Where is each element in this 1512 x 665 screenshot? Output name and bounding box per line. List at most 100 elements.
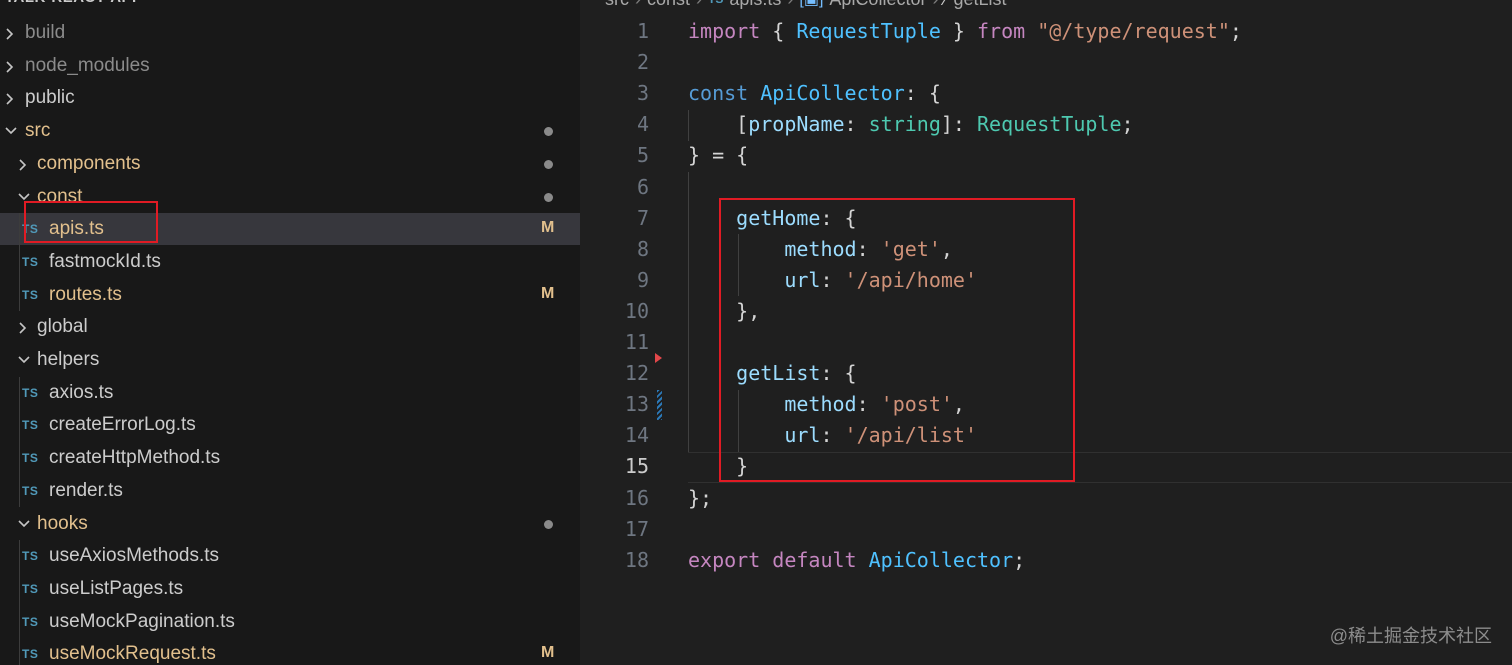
typescript-file-icon: TS (22, 254, 39, 269)
tree-item-label: global (37, 316, 88, 338)
folder-node-modules[interactable]: node_modules (0, 50, 580, 82)
git-changes-dot (544, 127, 553, 137)
chevron-right-icon (4, 82, 18, 114)
line-number: 2 (636, 50, 649, 75)
watermark: @稀土掘金技术社区 (1329, 626, 1492, 646)
breadcrumb-method[interactable]: getList (953, 0, 1006, 10)
folder-helpers[interactable]: helpers (0, 344, 580, 376)
code-line[interactable]: 5} = { (580, 140, 1512, 171)
typescript-file-icon: TS (22, 647, 39, 662)
tree-item-label: node_modules (25, 54, 150, 76)
tree-item-label: useAxiosMethods.ts (49, 545, 220, 567)
breadcrumb-file[interactable]: apis.ts (729, 0, 781, 10)
file-createerrorlog-ts[interactable]: TS createErrorLog.ts (0, 409, 580, 441)
typescript-file-icon: TS (22, 581, 39, 596)
explorer-title: TALK-REACT-APP (5, 0, 143, 9)
code-line[interactable]: 16}; (580, 483, 1512, 514)
line-number: 6 (636, 174, 649, 199)
folder-hooks[interactable]: hooks (0, 508, 580, 540)
chevron-right-icon: › (635, 0, 641, 10)
dirty-diff-marker (657, 390, 662, 420)
tree-item-label: useMockRequest.ts (49, 643, 216, 665)
tree-item-label: build (25, 22, 66, 43)
folder-global[interactable]: global (0, 311, 580, 343)
tree-item-label: public (25, 87, 75, 109)
tree-indent-guide (19, 376, 20, 508)
code-editor[interactable]: src › const › TS apis.ts › [▣] ApiCollec… (580, 0, 1512, 665)
line-number: 10 (624, 298, 649, 323)
chevron-right-icon: › (696, 0, 702, 10)
git-modified-badge: M (541, 284, 555, 302)
breadcrumb-src[interactable]: src (605, 0, 629, 10)
chevron-right-icon (17, 311, 31, 343)
code-line[interactable]: 1 import { RequestTuple } from "@/type/re… (580, 16, 1512, 47)
typescript-file-icon: TS (22, 451, 39, 466)
folder-build[interactable]: build (0, 17, 580, 49)
line-number: 3 (636, 81, 649, 106)
typescript-file-icon: TS (22, 418, 39, 433)
line-number: 11 (624, 330, 649, 354)
breadcrumb-symbol[interactable]: ApiCollector (829, 0, 926, 10)
file-axios-ts[interactable]: TS axios.ts (0, 377, 580, 409)
folder-components[interactable]: components (0, 148, 580, 180)
typescript-file-icon: TS (22, 287, 39, 302)
wrench-symbol-icon: ∕ (944, 0, 947, 10)
folder-src[interactable]: src (0, 115, 580, 147)
line-number: 17 (624, 516, 649, 541)
tree-item-label: fastmockId.ts (49, 250, 161, 272)
typescript-file-icon: TS (22, 614, 39, 629)
file-uselistpages-ts[interactable]: TS useListPages.ts (0, 573, 580, 605)
chevron-right-icon (17, 148, 31, 180)
code-text: [propName: string]: RequestTuple; (688, 112, 1134, 137)
tree-item-label: createErrorLog.ts (49, 414, 196, 436)
git-modified-badge: M (541, 219, 555, 237)
tree-item-label: routes.ts (49, 283, 122, 305)
chevron-right-icon (4, 50, 18, 82)
annotation-box-apis (24, 201, 158, 243)
line-number: 15 (624, 454, 649, 479)
file-usemockrequest-ts[interactable]: TS useMockRequest.ts M (0, 638, 580, 665)
file-useaxiosmethods-ts[interactable]: TS useAxiosMethods.ts (0, 540, 580, 572)
line-number: 8 (636, 236, 649, 261)
line-number: 16 (624, 485, 649, 510)
line-number: 5 (636, 143, 649, 168)
line-number: 1 (636, 19, 649, 43)
line-number: 14 (624, 423, 649, 448)
file-createhttpmethod-ts[interactable]: TS createHttpMethod.ts (0, 442, 580, 474)
tree-indent-guide (19, 540, 20, 665)
line-number: 13 (624, 392, 649, 417)
file-render-ts[interactable]: TS render.ts (0, 475, 580, 507)
code-line[interactable]: 18 export default ApiCollector; (580, 545, 1512, 576)
code-line[interactable]: 4 [propName: string]: RequestTuple; (580, 109, 1512, 140)
code-line[interactable]: 17 (580, 514, 1512, 545)
tree-item-label: createHttpMethod.ts (49, 447, 221, 469)
code-text: }; (688, 485, 713, 510)
code-line[interactable]: 3 const ApiCollector: { (580, 78, 1512, 109)
tree-item-label: src (25, 120, 51, 142)
chevron-right-icon (4, 17, 18, 49)
folder-public[interactable]: public (0, 82, 580, 114)
tree-item-label: helpers (37, 349, 100, 370)
annotation-box-code (719, 198, 1075, 482)
typescript-file-icon: TS (708, 0, 723, 6)
git-modified-badge: M (541, 644, 555, 662)
chevron-down-icon (17, 344, 31, 376)
line-number: 18 (624, 547, 649, 572)
chevron-right-icon: › (787, 0, 793, 10)
tree-item-label: useMockPagination.ts (49, 610, 235, 632)
chevron-right-icon: › (932, 0, 938, 10)
line-number: 12 (624, 361, 649, 386)
typescript-file-icon: TS (22, 483, 39, 498)
git-changes-dot (544, 159, 553, 169)
file-routes-ts[interactable]: TS routes.ts M (0, 279, 580, 311)
file-fastmockid-ts[interactable]: TS fastmockId.ts (0, 246, 580, 278)
tree-item-label: hooks (37, 512, 88, 534)
file-usemockpagination-ts[interactable]: TS useMockPagination.ts (0, 606, 580, 638)
breadcrumb-const[interactable]: const (647, 0, 690, 10)
line-number: 4 (636, 112, 649, 137)
code-line[interactable]: 2 (580, 47, 1512, 78)
code-text: export default ApiCollector; (688, 547, 1026, 572)
file-explorer: TALK-REACT-APP build node_modulespublic sr… (0, 0, 580, 665)
tree-indent-guide (19, 213, 20, 312)
breadcrumb: src › const › TS apis.ts › [▣] ApiCollec… (605, 0, 1007, 10)
